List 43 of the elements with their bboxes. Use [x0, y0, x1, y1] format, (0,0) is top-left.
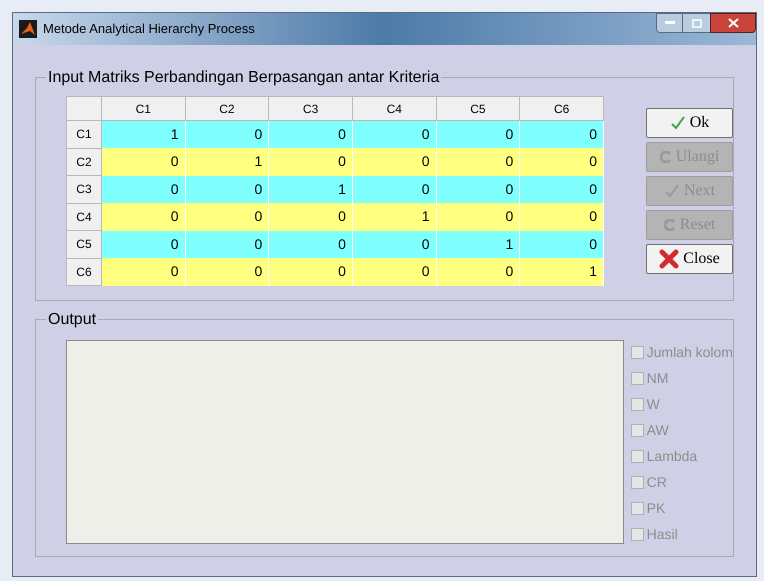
column-header: C3 [268, 96, 352, 120]
corner-header [66, 96, 102, 120]
checkbox-label: Jumlah kolom [646, 343, 733, 362]
column-header: C5 [436, 96, 520, 120]
action-button[interactable]: Close [646, 244, 733, 274]
column-header: C4 [352, 96, 436, 120]
action-button[interactable]: Ok [646, 108, 733, 138]
minimize-icon [664, 21, 674, 25]
maximize-button[interactable] [683, 13, 710, 33]
row-header: C1 [66, 120, 102, 148]
window-title: Metode Analytical Hierarchy Process [43, 20, 255, 38]
output-text-area[interactable] [66, 340, 624, 544]
checkbox-label: CR [646, 473, 667, 492]
table-cell[interactable]: 0 [268, 258, 352, 286]
reset-icon [660, 151, 672, 163]
close-button[interactable] [710, 13, 756, 33]
row-header: C2 [66, 148, 102, 176]
checkbox-label: NM [646, 369, 668, 388]
row-header: C3 [66, 176, 102, 203]
check-icon [670, 115, 686, 131]
table-cell[interactable]: 0 [185, 258, 269, 286]
column-header: C1 [101, 96, 186, 120]
column-header: C2 [185, 96, 269, 120]
close-icon [728, 18, 738, 28]
table-cell[interactable]: 0 [352, 258, 436, 286]
table-cell[interactable]: 1 [520, 258, 604, 286]
reset-icon [664, 219, 676, 231]
checkbox-label: Lambda [646, 447, 698, 466]
checkbox-label: W [646, 395, 660, 414]
check-icon [664, 183, 680, 199]
close-icon [659, 249, 680, 269]
column-header: C6 [520, 96, 604, 120]
checkbox-label: AW [646, 421, 669, 440]
table-cell[interactable]: 0 [101, 258, 186, 286]
checkbox-label: PK [646, 499, 666, 518]
table-cell[interactable]: 0 [436, 258, 520, 286]
row-header: C4 [66, 203, 102, 230]
row-header: C6 [66, 258, 102, 286]
checkbox-label: Hasil [646, 525, 678, 544]
row-header: C5 [66, 230, 102, 258]
app-logo-icon [19, 20, 37, 38]
maximize-icon [692, 18, 702, 28]
minimize-button[interactable] [656, 13, 683, 33]
